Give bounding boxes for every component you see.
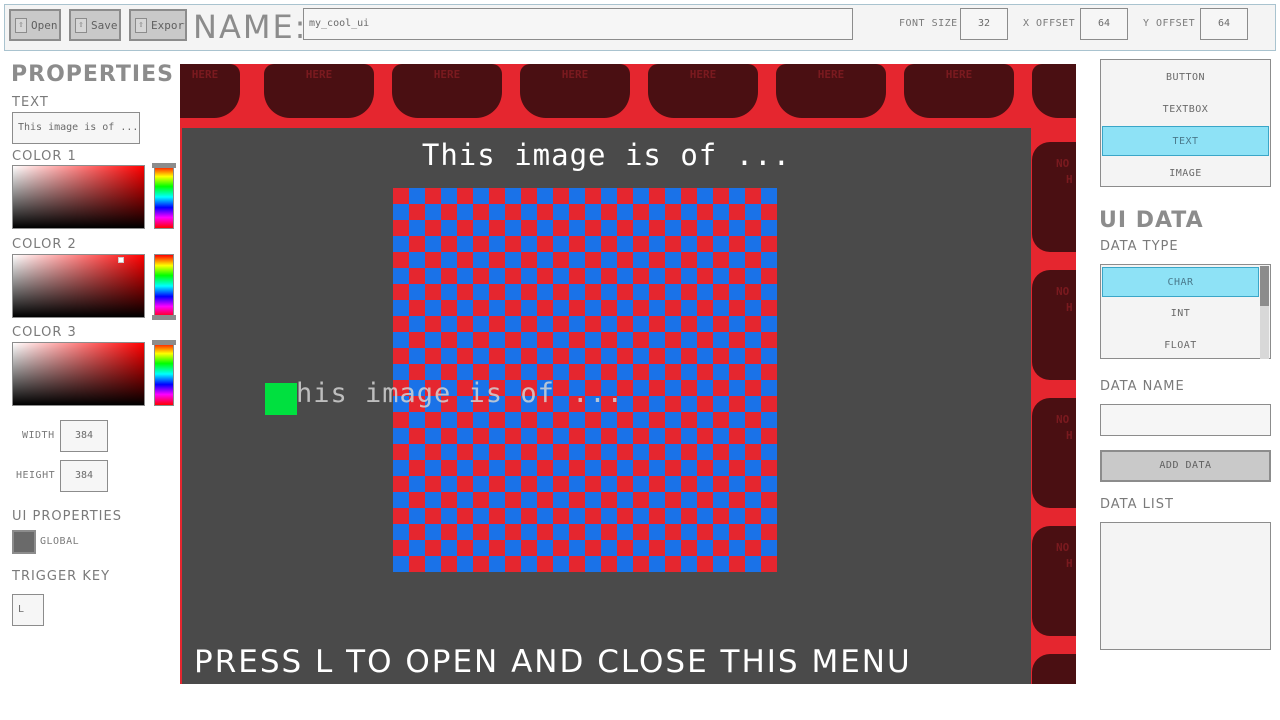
open-button[interactable]: ⇧ Open [9,9,61,41]
data-type-label: DATA TYPE [1100,239,1179,254]
x-offset-label: X OFFSET [1023,18,1076,29]
color1-hue-slider[interactable] [154,165,174,229]
color3-picker[interactable] [12,342,145,406]
element-type-button[interactable]: BUTTON [1102,63,1269,93]
height-label: HEIGHT [16,470,56,481]
side-text: NO [1056,541,1070,554]
ui-data-title: UI DATA [1099,208,1204,233]
trigger-key-label: TRIGGER KEY [12,569,111,584]
color3-hue-slider[interactable] [154,342,174,406]
data-list-label: DATA LIST [1100,497,1174,512]
ghost-text: his image is of ... [296,378,624,409]
color3-hue-handle[interactable] [152,340,176,345]
add-data-button[interactable]: ADD DATA [1100,450,1271,482]
y-offset-label: Y OFFSET [1143,18,1196,29]
placeholder-image: NO H [1032,398,1076,508]
side-text: NO [1056,157,1070,170]
trigger-key-input[interactable]: L [12,594,44,626]
side-text: H [1066,173,1073,186]
data-list[interactable] [1100,522,1271,650]
width-input[interactable]: 384 [60,420,108,452]
placeholder-text: HERE [945,68,973,81]
placeholder-text: HERE [689,68,717,81]
placeholder-image: HERE [648,64,758,118]
placeholder-text: HERE [433,68,461,81]
color2-hue-slider[interactable] [154,254,174,318]
preview-canvas[interactable]: HERE HERE HERE HERE HERE HERE HERE NO H N… [180,64,1076,684]
color1-hue-handle[interactable] [152,163,176,168]
x-offset-input[interactable]: 64 [1080,8,1128,40]
font-size-input[interactable]: 32 [960,8,1008,40]
global-checkbox[interactable] [12,530,36,554]
upload-icon: ⇧ [15,17,27,33]
width-label: WIDTH [22,430,55,441]
data-name-label: DATA NAME [1100,379,1185,394]
preview-menu: This image is of ... his image is of ...… [182,128,1031,684]
upload-icon: ⇧ [135,17,147,33]
placeholder-image [1032,654,1076,684]
drag-handle[interactable] [265,383,297,415]
color2-hue-handle[interactable] [152,315,176,320]
export-label: Export [151,18,187,32]
text-input[interactable]: This image is of ... [12,112,140,144]
color1-label: COLOR 1 [12,149,77,164]
save-label: Save [91,18,118,32]
data-name-input[interactable] [1100,404,1271,436]
color3-label: COLOR 3 [12,325,77,340]
global-label: GLOBAL [40,536,80,547]
placeholder-image: NO H [1032,526,1076,636]
side-text: NO [1056,413,1070,426]
top-toolbar: ⇧ Open ⇧ Save ⇧ Export NAME: my_cool_ui … [4,4,1276,51]
color2-label: COLOR 2 [12,237,77,252]
properties-title: PROPERTIES [11,62,174,87]
ui-properties-label: UI PROPERTIES [12,509,122,524]
placeholder-image: NO H [1032,142,1076,252]
text-label: TEXT [12,95,49,110]
placeholder-image: NO H [1032,270,1076,380]
color2-cursor[interactable] [118,257,124,263]
menu-title[interactable]: This image is of ... [182,138,1031,172]
data-type-scroll-thumb[interactable] [1260,266,1269,306]
element-type-textbox[interactable]: TEXTBOX [1102,95,1269,125]
placeholder-text: HERE [817,68,845,81]
placeholder-image: HERE [264,64,374,118]
placeholder-text: HERE [305,68,333,81]
placeholder-text: HERE [191,68,219,81]
side-text: H [1066,429,1073,442]
name-input[interactable]: my_cool_ui [303,8,853,40]
placeholder-image [1032,64,1076,118]
side-text: NO [1056,285,1070,298]
color2-picker[interactable] [12,254,145,318]
element-type-list: BUTTON TEXTBOX TEXT IMAGE [1100,59,1271,187]
side-text: H [1066,557,1073,570]
y-offset-input[interactable]: 64 [1200,8,1248,40]
data-type-list: CHAR INT FLOAT [1100,264,1271,359]
data-type-int[interactable]: INT [1102,299,1259,329]
placeholder-image: HERE [520,64,630,118]
placeholder-image: HERE [180,64,240,118]
export-button[interactable]: ⇧ Export [129,9,187,41]
data-type-float[interactable]: FLOAT [1102,331,1259,361]
font-size-label: FONT SIZE [899,18,958,29]
height-input[interactable]: 384 [60,460,108,492]
open-label: Open [31,18,58,32]
element-type-image[interactable]: IMAGE [1102,159,1269,189]
data-type-char[interactable]: CHAR [1102,267,1259,297]
element-type-text[interactable]: TEXT [1102,126,1269,156]
name-label: NAME: [193,8,308,46]
placeholder-text: HERE [561,68,589,81]
placeholder-image: HERE [904,64,1014,118]
placeholder-image: HERE [776,64,886,118]
color1-picker[interactable] [12,165,145,229]
menu-footer: PRESS L TO OPEN AND CLOSE THIS MENU [194,644,912,680]
placeholder-image: HERE [392,64,502,118]
save-button[interactable]: ⇧ Save [69,9,121,41]
side-text: H [1066,301,1073,314]
upload-icon: ⇧ [75,17,87,33]
